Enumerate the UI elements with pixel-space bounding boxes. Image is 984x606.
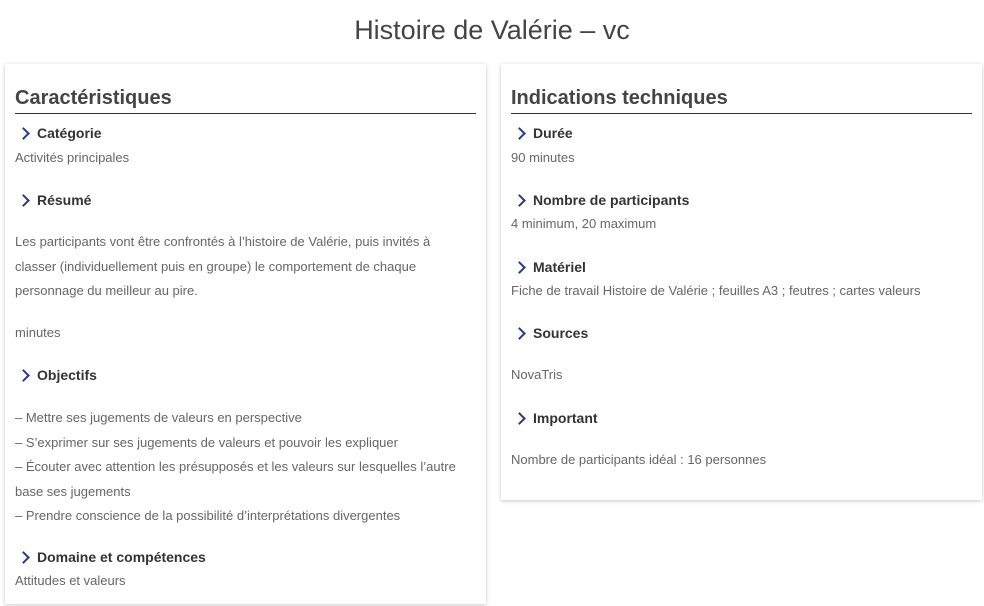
characteristics-heading: Caractéristiques (15, 87, 476, 114)
section-materiel-text: Fiche de travail Histoire de Valérie ; f… (511, 283, 921, 298)
technical-card: Indications techniques Durée 90 minutes … (501, 64, 982, 500)
page-title: Histoire de Valérie – vc (354, 15, 630, 45)
section-participants-title: Nombre de participants (511, 191, 689, 209)
section-categorie-title: Catégorie (15, 124, 102, 142)
section-important-title: Important (511, 409, 598, 427)
chevron-right-icon (513, 327, 526, 341)
chevron-right-icon (17, 194, 30, 208)
section-duree-text: 90 minutes (511, 150, 575, 165)
chevron-right-icon (17, 369, 30, 383)
section-sources-title: Sources (511, 324, 588, 342)
section-materiel-title: Matériel (511, 258, 586, 276)
technical-heading: Indications techniques (511, 87, 972, 114)
chevron-right-icon (17, 127, 30, 141)
chevron-right-icon (17, 551, 30, 565)
characteristics-card: Caractéristiques Catégorie Activités pri… (5, 64, 486, 604)
section-categorie-text: Activités principales (15, 150, 130, 165)
section-duree-title: Durée (511, 124, 573, 142)
section-domaine-text: Attitudes et valeurs (15, 573, 126, 588)
section-participants-text: 4 minimum, 20 maximum (511, 216, 657, 231)
section-resume-text: Les participants vont être confrontés à … (15, 234, 431, 298)
section-resume-title: Résumé (15, 191, 91, 209)
section-sources-text: NovaTris (511, 367, 563, 382)
section-important-text: Nombre de participants idéal : 16 person… (511, 452, 767, 467)
section-objectifs-title: Objectifs (15, 366, 97, 384)
section-resume-extra: minutes (15, 325, 61, 340)
chevron-right-icon (513, 127, 526, 141)
section-objectifs-text: – Mettre ses jugements de valeurs en per… (15, 410, 456, 523)
chevron-right-icon (513, 194, 526, 208)
section-domaine-title: Domaine et compétences (15, 548, 206, 566)
chevron-right-icon (513, 261, 526, 275)
chevron-right-icon (513, 412, 526, 426)
